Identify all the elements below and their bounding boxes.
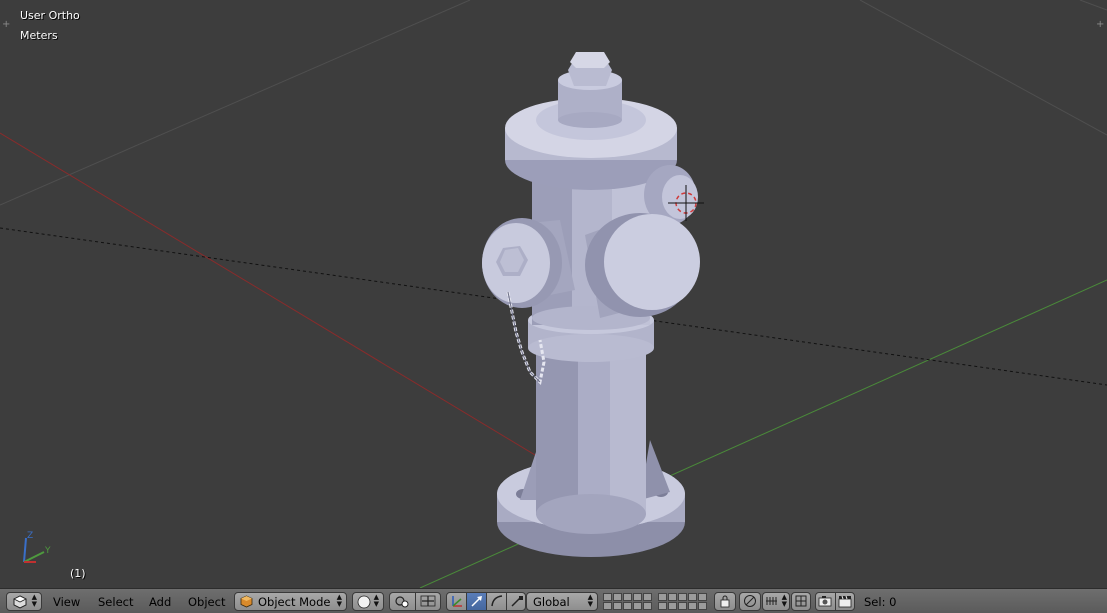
menu-add[interactable]: Add (149, 595, 171, 609)
right-nozzle-cap (604, 214, 700, 310)
camera-icon (818, 596, 832, 607)
layer-cell[interactable] (603, 593, 612, 601)
opengl-render-image-button[interactable] (816, 593, 836, 610)
grid-line (0, 0, 471, 206)
y-axis-label: Y (44, 546, 51, 556)
grid-line (1079, 0, 1107, 11)
menu-view[interactable]: View (53, 595, 80, 609)
layer-cell[interactable] (678, 602, 687, 610)
snap-target-button[interactable] (791, 592, 811, 611)
region-expand-left-icon[interactable]: + (2, 20, 10, 30)
layer-cell[interactable] (633, 593, 642, 601)
layer-cell[interactable] (698, 602, 707, 610)
layers-grid-left[interactable] (603, 592, 655, 611)
viewport-shading-button[interactable]: ▲ ▼ (352, 592, 384, 611)
middle-ring-lower (528, 334, 654, 362)
operating-nut-top (570, 52, 610, 68)
units-label: Meters (20, 29, 58, 42)
3d-view-icon (13, 595, 27, 609)
translate-button[interactable] (467, 593, 487, 610)
lower-body-light (610, 340, 646, 515)
region-expand-right-icon[interactable]: + (1096, 20, 1104, 30)
view-name-label: User Ortho (20, 9, 80, 22)
updown-arrows-icon: ▲ ▼ (587, 593, 593, 608)
mode-selector[interactable]: Object Mode ▲ ▼ (234, 592, 347, 611)
menu-select[interactable]: Select (98, 595, 133, 609)
sphere-icon (357, 595, 371, 609)
y-axis-gizmo-line (23, 551, 45, 563)
layers-grid-right[interactable] (658, 592, 710, 611)
editor-type-button[interactable]: ▲ ▼ (6, 592, 42, 611)
axis-widget-button[interactable] (447, 593, 467, 610)
opengl-render-animation-button[interactable] (836, 593, 856, 610)
lower-body-bottom (536, 494, 646, 534)
layer-cell[interactable] (643, 593, 652, 601)
updown-arrows-icon: ▲ ▼ (336, 593, 342, 608)
updown-arrows-icon: ▲ ▼ (373, 593, 379, 608)
layer-cell[interactable] (688, 593, 697, 601)
x-axis-line (0, 132, 561, 471)
layer-cell[interactable] (633, 602, 642, 610)
updown-arrows-icon: ▲ ▼ (781, 593, 787, 608)
pivot-point-button[interactable] (390, 593, 416, 610)
lock-layers-button[interactable] (714, 592, 736, 611)
layer-cell[interactable] (643, 602, 652, 610)
manipulator-toggle-icon (420, 595, 436, 607)
layer-cell[interactable] (613, 602, 622, 610)
snap-element-dropdown[interactable]: ▲ ▼ (762, 592, 790, 611)
pivot-icon (395, 596, 409, 608)
layer-cell[interactable] (623, 593, 632, 601)
lock-icon (720, 595, 730, 608)
translate-icon (471, 596, 482, 607)
3d-viewport[interactable]: User Ortho Meters + + Z Y (1) (0, 0, 1107, 588)
proportional-icon (744, 595, 756, 607)
layer-cell[interactable] (603, 602, 612, 610)
scale-icon (511, 596, 523, 607)
layer-cell[interactable] (668, 593, 677, 601)
layer-cell[interactable] (658, 593, 667, 601)
rear-nozzle-cap (662, 175, 698, 219)
frame-number: (1) (70, 567, 86, 580)
axis-widget-icon (452, 596, 462, 607)
layer-cell[interactable] (688, 602, 697, 610)
updown-arrows-icon: ▲ ▼ (31, 593, 37, 608)
3d-view-header: ▲ ▼ View Select Add Object Object Mode ▲ ▼… (0, 588, 1107, 613)
layer-cell[interactable] (678, 593, 687, 601)
snap-icon (766, 597, 777, 605)
layer-cell[interactable] (613, 593, 622, 601)
rotate-icon (491, 595, 503, 607)
manipulator-toggle-button[interactable] (416, 593, 442, 610)
render-buttons-group (815, 592, 855, 611)
transform-orientation-dropdown[interactable]: Global ▲ ▼ (526, 592, 598, 611)
pivot-and-manipulator-group (389, 592, 441, 611)
proportional-editing-button[interactable] (739, 592, 761, 611)
layer-cell[interactable] (623, 602, 632, 610)
manipulator-group (446, 592, 526, 611)
layer-cell[interactable] (698, 593, 707, 601)
scale-button[interactable] (507, 593, 525, 610)
rotate-button[interactable] (487, 593, 507, 610)
mode-label: Object Mode (258, 595, 331, 609)
grid-line (859, 0, 1107, 136)
layer-cell[interactable] (658, 602, 667, 610)
snap-target-icon (795, 595, 807, 607)
selection-status: Sel: 0 (864, 595, 897, 609)
orientation-label: Global (533, 595, 570, 609)
fire-hydrant-mesh[interactable] (482, 52, 700, 557)
z-axis-label: Z (27, 531, 33, 541)
layer-cell[interactable] (668, 602, 677, 610)
scene-canvas[interactable] (0, 0, 1107, 588)
operating-nut-base-bottom (558, 112, 622, 128)
cube-icon (240, 595, 253, 608)
lower-body-shade (536, 340, 578, 515)
z-axis-gizmo-line (23, 537, 27, 563)
clapper-icon (838, 595, 852, 608)
axis-gizmo: Z Y (23, 531, 51, 563)
menu-object[interactable]: Object (188, 595, 225, 609)
